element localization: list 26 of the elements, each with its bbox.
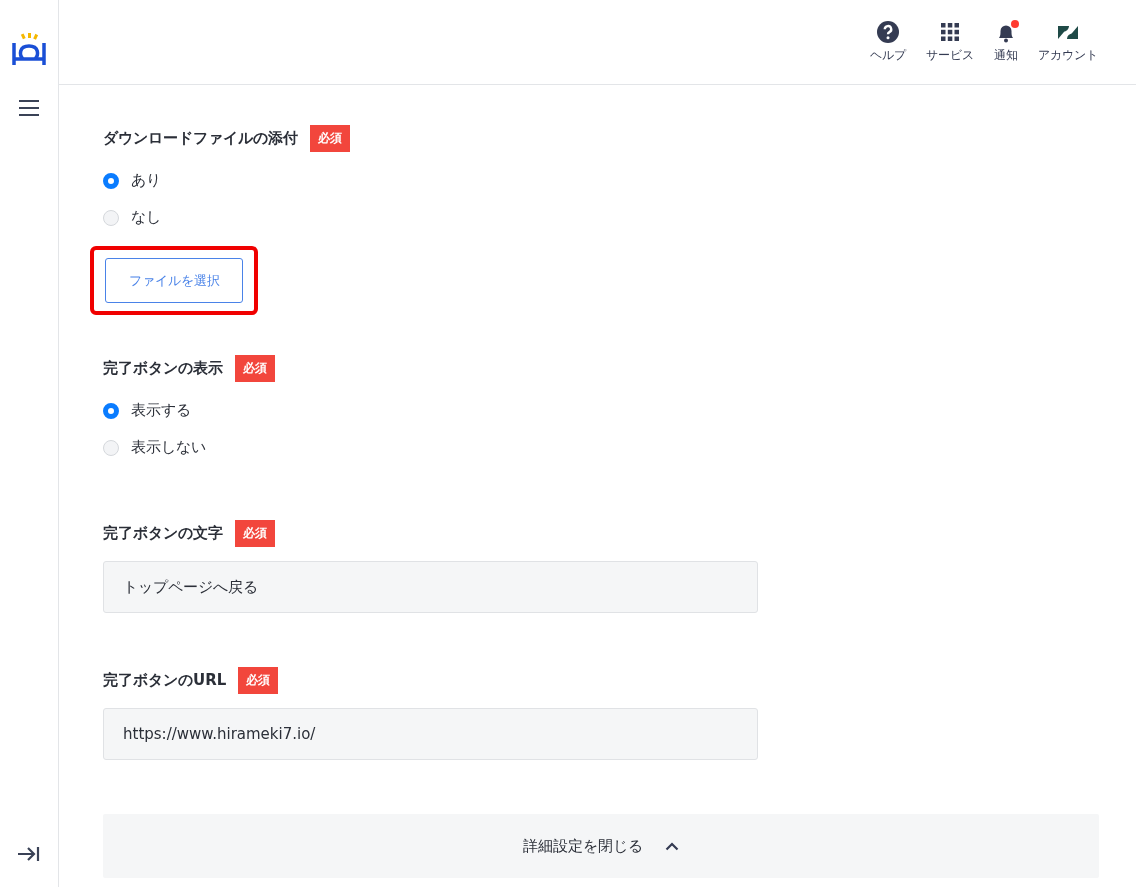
required-tag: 必須 xyxy=(238,667,279,694)
header-account-button[interactable]: アカウント xyxy=(1038,20,1098,64)
radio-button[interactable] xyxy=(103,402,119,419)
field-label: ダウンロードファイルの添付 xyxy=(103,129,298,148)
field-label: 完了ボタンの文字 xyxy=(103,524,223,543)
required-tag: 必須 xyxy=(235,355,275,382)
text-field[interactable]: https://www.hirameki7.io/ xyxy=(103,708,758,760)
expand-sidebar-icon[interactable] xyxy=(17,845,41,863)
grid-icon xyxy=(940,20,960,44)
choose-file-button[interactable]: ファイルを選択 xyxy=(105,258,243,303)
required-tag: 必須 xyxy=(235,520,275,547)
menu-icon[interactable] xyxy=(18,99,40,117)
header-help-button[interactable]: ヘルプ xyxy=(870,20,906,64)
field-label: 完了ボタンの表示 xyxy=(103,359,223,378)
radio-label[interactable]: あり xyxy=(131,171,161,190)
radio-button[interactable] xyxy=(103,172,119,189)
required-tag: 必須 xyxy=(310,125,350,152)
text-field[interactable]: トップページへ戻る xyxy=(103,561,758,613)
help-icon xyxy=(876,20,900,44)
field-label: 完了ボタンのURL xyxy=(103,671,227,690)
radio-label[interactable]: なし xyxy=(131,208,161,227)
radio-label[interactable]: 表示する xyxy=(131,401,191,420)
header-grid-button[interactable]: サービス xyxy=(926,20,974,64)
radio-label[interactable]: 表示しない xyxy=(131,438,206,457)
header-bell-button[interactable]: 通知 xyxy=(994,20,1018,64)
collapse-bar[interactable]: 詳細設定を閉じる xyxy=(103,814,1099,878)
